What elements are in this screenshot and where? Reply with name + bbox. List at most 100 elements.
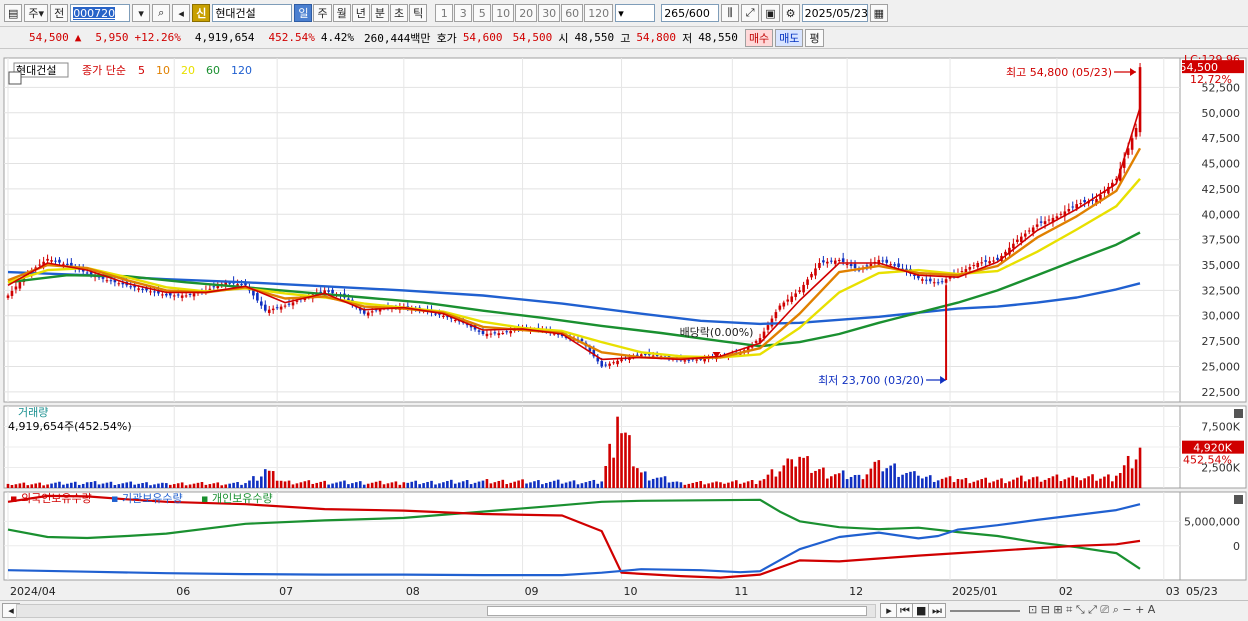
chart-canvas[interactable]: 52,50050,00047,50045,00042,50040,00037,5… <box>0 50 1248 600</box>
interval-button[interactable]: 10 <box>492 4 515 22</box>
volume-bar <box>833 474 837 488</box>
gear-icon[interactable]: ⚙ <box>781 4 800 22</box>
high-value: 54,800 <box>636 31 677 44</box>
candle-body <box>782 302 786 307</box>
volume-bar <box>89 482 93 488</box>
candle-body <box>109 280 113 282</box>
zoom-slider[interactable] <box>950 610 1020 612</box>
candle-body <box>822 260 825 263</box>
volume-bar <box>529 482 532 488</box>
x-tick-label: 06 <box>176 585 190 598</box>
x-tick-label: 07 <box>279 585 293 598</box>
sell-button[interactable]: 매도 <box>775 28 804 47</box>
candle-body <box>1138 67 1142 133</box>
candle-body <box>501 332 505 334</box>
volume-bar <box>782 465 786 488</box>
count-field[interactable]: 265/600 <box>661 4 720 22</box>
volume-bar <box>1103 476 1106 488</box>
period-tab[interactable]: 월 <box>332 4 351 22</box>
volume-bar <box>885 468 889 488</box>
draw-tool-icon[interactable]: ⤢ <box>741 4 760 22</box>
scroll-track[interactable] <box>16 604 876 618</box>
period-tab[interactable]: 년 <box>351 4 370 22</box>
volume-bar <box>1111 481 1114 488</box>
volume-bar <box>1059 481 1063 488</box>
interval-button[interactable]: 5 <box>473 4 492 22</box>
save-icon[interactable]: ▣ <box>761 4 780 22</box>
candle-body <box>1079 203 1082 205</box>
scroll-thumb[interactable] <box>487 606 867 616</box>
candle-body <box>66 263 69 266</box>
interval-button[interactable]: 30 <box>538 4 561 22</box>
volume-bar <box>632 466 635 488</box>
volume-bar <box>414 480 417 488</box>
volume-bar <box>153 484 156 488</box>
volume-bar <box>770 469 774 488</box>
date-value: 2025/05/23 <box>804 6 868 20</box>
buy-button[interactable]: 매수 <box>744 28 774 47</box>
period-tab[interactable]: 틱 <box>409 4 428 22</box>
candle-body <box>798 290 801 292</box>
stock-name-field[interactable]: 현대건설 <box>212 4 293 22</box>
price-legend-period: 60 <box>206 64 220 77</box>
volume-bar <box>351 483 354 488</box>
speaker-icon[interactable]: ◂ <box>172 4 191 22</box>
calendar-icon[interactable]: ▦ <box>869 4 888 22</box>
interval-button[interactable]: 60 <box>561 4 584 22</box>
tool-icons[interactable]: ⊡ ⊟ ⊞ ⌗ ⤡ ⤢ ⎚ ⌕ − + A <box>1028 603 1155 617</box>
volume-bar <box>137 483 140 488</box>
eval-button[interactable]: 평 <box>805 28 824 47</box>
volume-bar <box>976 480 980 488</box>
candle-body <box>1039 221 1043 223</box>
interval-button[interactable]: 20 <box>515 4 538 22</box>
candle-body <box>928 278 932 282</box>
period-tab[interactable]: 분 <box>370 4 389 22</box>
volume-bar <box>731 481 734 488</box>
volume-bar <box>315 482 319 488</box>
x-tick-label: 08 <box>406 585 420 598</box>
candle-body <box>790 296 794 302</box>
stock-code-input[interactable]: 000720 <box>70 4 131 22</box>
candle-body <box>889 264 892 266</box>
volume-bar <box>62 484 65 488</box>
candle-body <box>287 303 291 305</box>
last-page-icon[interactable]: ⏭ <box>928 603 946 618</box>
volume-bar <box>176 483 180 488</box>
search-icon[interactable]: ⌕ <box>152 4 171 22</box>
volume-bar <box>133 484 136 488</box>
volume-bar <box>109 481 113 488</box>
volume-bar <box>1027 479 1031 488</box>
volume-bar <box>58 481 61 488</box>
interval-button[interactable]: 1 <box>435 4 454 22</box>
volume-bar <box>220 485 224 488</box>
chart-scroll-bar: ◂ ▸ ⏮ ■ ⏭ ⊡ ⊟ ⊞ ⌗ ⤡ ⤢ ⎚ ⌕ − + A <box>0 600 1248 621</box>
x-tick-label: 2025/01 <box>952 585 998 598</box>
volume-bar <box>548 481 552 488</box>
quote-bar: 54,500 ▲ 5,950 +12.26% 4,919,654 452.54%… <box>0 27 1248 49</box>
interval-button[interactable]: 3 <box>454 4 473 22</box>
volume-bar <box>643 471 647 488</box>
prev-button[interactable]: 전 <box>50 4 69 22</box>
window-menu-icon[interactable]: ▤ <box>4 4 23 22</box>
period-tab[interactable]: 주 <box>313 4 332 22</box>
volume-bar <box>513 481 516 488</box>
volume-bar <box>564 482 568 488</box>
market-select[interactable]: 주 ▾ <box>24 4 49 22</box>
candle-body <box>208 288 212 290</box>
candle-type-icon[interactable]: ⫼ <box>721 4 740 22</box>
candle-body <box>1099 194 1102 200</box>
volume-bar <box>1055 474 1059 488</box>
interval-button[interactable]: 120 <box>584 4 614 22</box>
volume-bar <box>212 483 216 488</box>
period-tab[interactable]: 일 <box>294 4 313 22</box>
code-dropdown-icon[interactable]: ▾ <box>132 4 151 22</box>
interval-custom-field[interactable]: ▾ <box>615 4 656 22</box>
date-field[interactable]: 2025/05/23 <box>801 4 868 22</box>
period-tab[interactable]: 초 <box>389 4 409 22</box>
volume-bar <box>651 478 655 488</box>
volume-bar <box>453 483 457 488</box>
volume-bar <box>620 433 623 488</box>
volume-bar <box>956 478 960 488</box>
volume-bar <box>188 484 192 488</box>
ask-value: 54,500 <box>512 31 553 44</box>
